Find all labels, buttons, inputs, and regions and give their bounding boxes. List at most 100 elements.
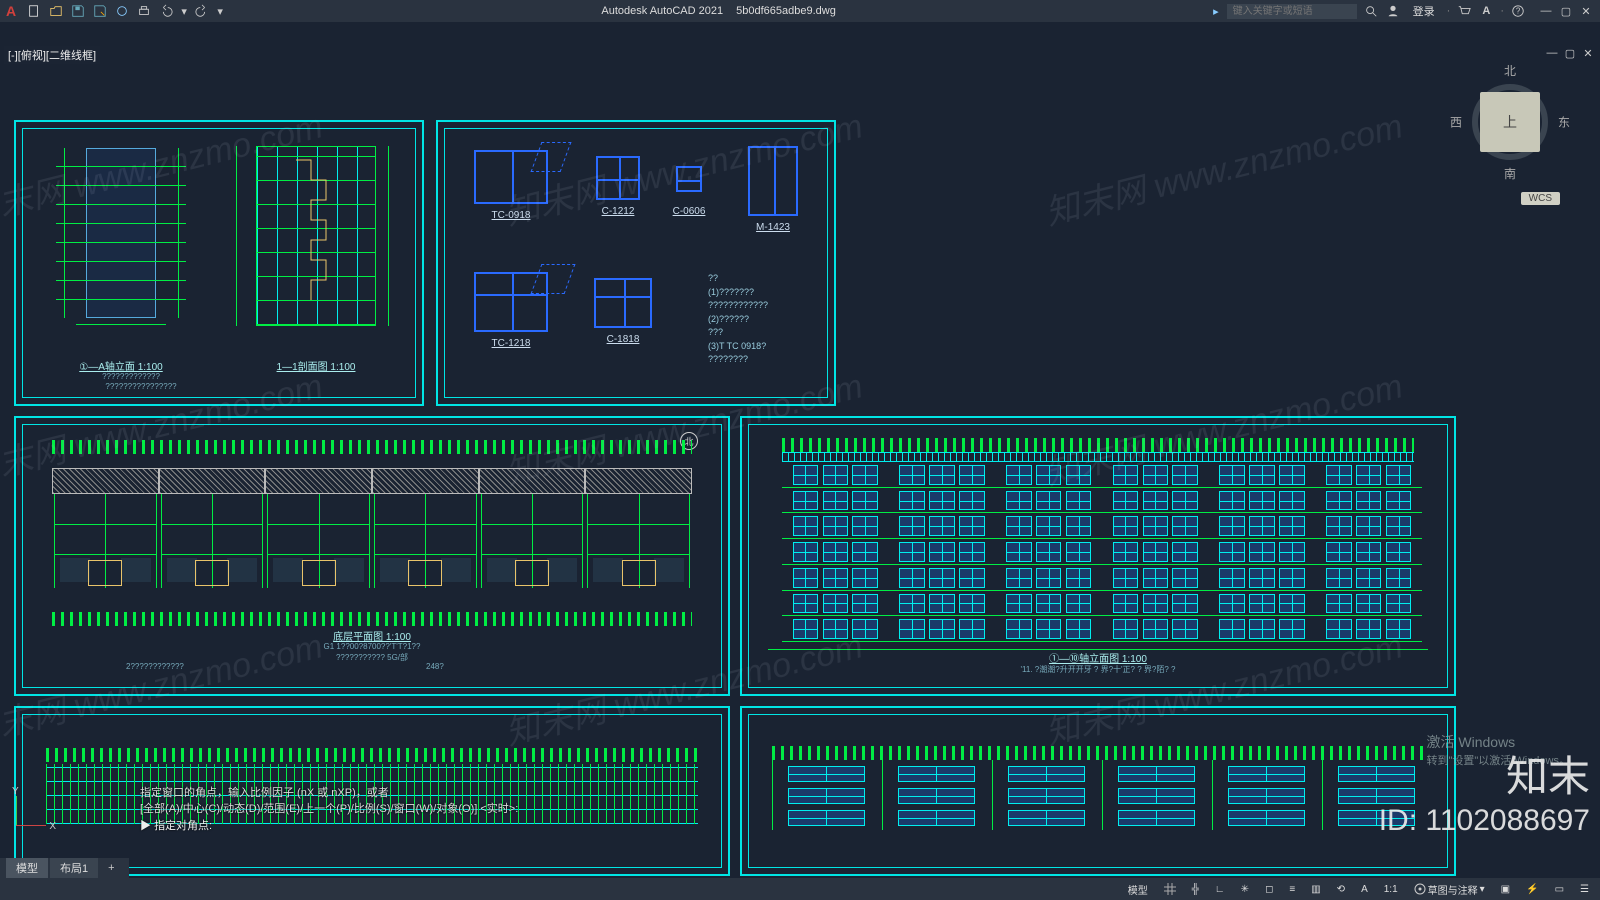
ucs-icon[interactable]: YX — [12, 790, 52, 830]
file-name: 5b0df665adbe9.dwg — [736, 5, 836, 17]
command-history-line: 指定窗口的角点，输入比例因子 (nX 或 nXP)，或者 — [140, 785, 518, 802]
hardware-accel-icon[interactable]: ⚡ — [1523, 884, 1541, 895]
workspace-label: 草图与注释 — [1428, 882, 1478, 897]
tab-model[interactable]: 模型 — [6, 858, 48, 878]
elevation-bay — [1102, 462, 1209, 642]
schedule-item-tc0918: TC-0918 — [466, 150, 556, 221]
viewcube-top-face[interactable]: 上 — [1480, 92, 1540, 152]
tab-add-button[interactable]: + — [100, 860, 122, 876]
lineweight-toggle-icon[interactable]: ≡ — [1286, 884, 1298, 895]
label-plan-sub4: 248? — [426, 662, 444, 671]
command-line[interactable]: 指定窗口的角点，输入比例因子 (nX 或 nXP)，或者 [全部(A)/中心(C… — [140, 785, 518, 835]
label-plan-sub3: 2???????????? — [126, 662, 184, 671]
clean-screen-icon[interactable]: ▭ — [1552, 884, 1567, 895]
saveas-icon[interactable] — [92, 3, 108, 19]
chevron-down-icon[interactable]: ▾ — [216, 3, 224, 19]
web-icon[interactable] — [114, 3, 130, 19]
label-elevation-a: ①—A轴立面 1:100 — [56, 358, 186, 373]
note-line: (3)T TC 0918? — [708, 340, 828, 354]
watermark: 知末网 www.znzmo.com — [1040, 98, 1407, 234]
wcs-badge[interactable]: WCS — [1521, 192, 1560, 205]
note-line: ???????????? — [708, 299, 828, 313]
vp-min-button[interactable]: — — [1544, 46, 1560, 60]
plan-unit — [372, 468, 479, 588]
drawing-area[interactable]: [-][俯视][二维线框] — ▢ ✕ 北 南 西 东 上 WCS ①—A轴立面… — [0, 22, 1600, 878]
schedule-notes: ?? (1)??????? ???????????? (2)?????? ???… — [708, 272, 828, 367]
drawing-front-elevation — [782, 452, 1414, 642]
undo-icon[interactable] — [158, 3, 174, 19]
drawing-elevation-a — [46, 138, 196, 348]
login-button[interactable]: 登录 — [1413, 3, 1435, 19]
command-history-line: [全部(A)/中心(C)/动态(D)/范围(E)/上一个(P)/比例(S)/窗口… — [140, 801, 518, 818]
schedule-item-c1818: C-1818 — [588, 278, 658, 345]
plan-unit — [159, 468, 266, 588]
layout-tabs: 模型 布局1 + — [0, 858, 129, 878]
snap-toggle-icon[interactable]: ╬ — [1189, 884, 1202, 895]
chevron-down-icon[interactable]: ▾ — [180, 3, 188, 19]
viewcube[interactable]: 北 南 西 东 上 — [1450, 62, 1570, 182]
vp-max-button[interactable]: ▢ — [1562, 46, 1578, 60]
sheet-frame-elevation: ①—A轴立面 1:100 ????????????? ?????????????… — [14, 120, 424, 406]
elevation-bay — [889, 462, 996, 642]
annotation-scale-icon[interactable]: A — [1358, 884, 1371, 895]
label-section-1-1: 1—1剖面图 1:100 — [256, 358, 376, 373]
viewport-label[interactable]: [-][俯视][二维线框] — [4, 46, 100, 64]
schedule-label: TC-1218 — [466, 338, 556, 349]
label-elevation-sub1: ????????????? — [56, 372, 206, 381]
plan-unit — [585, 468, 692, 588]
viewcube-west[interactable]: 西 — [1450, 114, 1462, 131]
open-icon[interactable] — [48, 3, 64, 19]
sheet-frame-schedule: TC-0918 C-1212 C-0606 M-1423 — [436, 120, 836, 406]
autodesk-app-icon[interactable]: A — [1478, 3, 1494, 19]
plan-unit — [479, 468, 586, 588]
workspace-switcher[interactable]: 草图与注释 ▾ — [1411, 882, 1488, 897]
autocad-logo-icon: A — [6, 3, 16, 19]
window-title: Autodesk AutoCAD 2021 5b0df665adbe9.dwg — [230, 5, 1207, 17]
viewcube-south[interactable]: 南 — [1450, 165, 1570, 182]
titlebar: A ▾ ▾ Autodesk AutoCAD 2021 5b0df665adbe… — [0, 0, 1600, 22]
search-arrow-icon: ▸ — [1213, 5, 1219, 18]
new-icon[interactable] — [26, 3, 42, 19]
save-icon[interactable] — [70, 3, 86, 19]
scale-label[interactable]: 1:1 — [1381, 884, 1401, 895]
schedule-item-tc1218: TC-1218 — [466, 272, 556, 349]
search-icon[interactable] — [1363, 3, 1379, 19]
schedule-label: TC-0918 — [466, 210, 556, 221]
elevation-bay — [1315, 462, 1422, 642]
schedule-item-c1212: C-1212 — [588, 156, 648, 217]
viewport-window-controls: — ▢ ✕ — [1544, 46, 1596, 60]
minimize-button[interactable]: — — [1538, 4, 1554, 18]
viewcube-east[interactable]: 东 — [1558, 114, 1570, 131]
transparency-toggle-icon[interactable]: ▥ — [1308, 884, 1323, 895]
user-icon[interactable] — [1385, 3, 1401, 19]
customize-icon[interactable]: ☰ — [1577, 884, 1592, 895]
grid-toggle-icon[interactable] — [1161, 883, 1179, 895]
elevation-bay — [782, 462, 889, 642]
isolate-icon[interactable]: ▣ — [1498, 884, 1513, 895]
plan-unit — [52, 468, 159, 588]
search-input[interactable] — [1227, 4, 1357, 19]
label-plan-sub1: G1 1??00?8700??'T'T?1?? — [26, 642, 718, 651]
label-elevation-sub2: ???????????????? — [56, 382, 226, 391]
osnap-toggle-icon[interactable]: ◻ — [1262, 884, 1276, 895]
schedule-item-m1423: M-1423 — [738, 146, 808, 233]
tab-layout1[interactable]: 布局1 — [50, 858, 98, 878]
redo-icon[interactable] — [194, 3, 210, 19]
label-plan: 底层平面图 1:100 — [26, 628, 718, 643]
ortho-toggle-icon[interactable]: ∟ — [1212, 884, 1228, 895]
window-controls: — ▢ ✕ — [1538, 4, 1594, 18]
cycling-toggle-icon[interactable]: ⟲ — [1334, 884, 1348, 895]
viewcube-north[interactable]: 北 — [1450, 62, 1570, 79]
polar-toggle-icon[interactable]: ✳ — [1238, 884, 1252, 895]
label-big-elev: ①—⑩轴立面图 1:100 — [752, 650, 1444, 665]
maximize-button[interactable]: ▢ — [1558, 4, 1574, 18]
status-model[interactable]: 模型 — [1125, 882, 1151, 897]
close-button[interactable]: ✕ — [1578, 4, 1594, 18]
command-prompt: 指定对角点: — [154, 820, 212, 832]
plot-icon[interactable] — [136, 3, 152, 19]
vp-close-button[interactable]: ✕ — [1580, 46, 1596, 60]
elevation-bay — [1209, 462, 1316, 642]
help-icon[interactable]: ? — [1510, 3, 1526, 19]
note-line: (1)??????? — [708, 286, 828, 300]
cart-icon[interactable] — [1456, 3, 1472, 19]
